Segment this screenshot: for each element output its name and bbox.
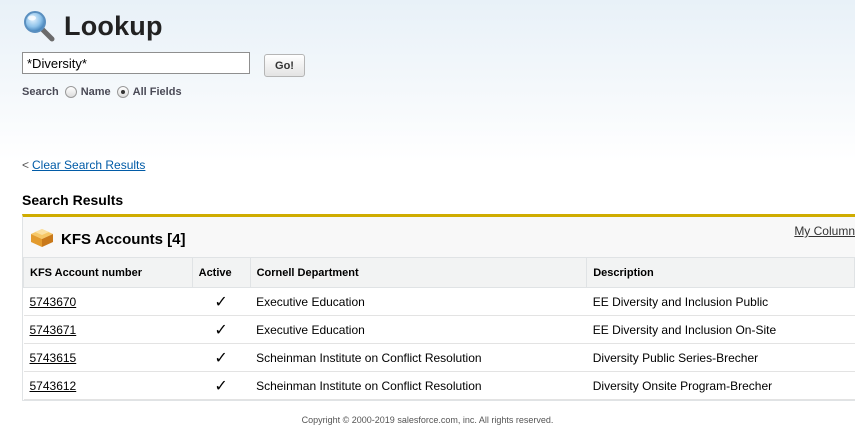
results-block: KFS Accounts [4] My Column KFS Account n…	[22, 214, 855, 401]
account-link[interactable]: 5743670	[30, 295, 77, 309]
description-cell: EE Diversity and Inclusion Public	[586, 287, 855, 316]
page-header: Lookup	[22, 6, 163, 46]
department-cell: Executive Education	[250, 287, 587, 316]
search-scope-options: Search Name All Fields	[22, 86, 182, 98]
column-header-department[interactable]: Cornell Department	[249, 257, 588, 288]
name-radio-label[interactable]: Name	[81, 86, 111, 98]
description-cell: Diversity Public Series-Brecher	[586, 343, 855, 372]
department-cell: Executive Education	[250, 315, 587, 344]
my-columns-link[interactable]: My Column	[794, 224, 855, 238]
active-checkmark-icon: ✓	[192, 343, 251, 372]
account-link[interactable]: 5743612	[30, 379, 77, 393]
description-cell: Diversity Onsite Program-Brecher	[586, 371, 855, 400]
table-row: 5743615 ✓ Scheinman Institute on Conflic…	[23, 343, 855, 372]
description-cell: EE Diversity and Inclusion On-Site	[586, 315, 855, 344]
active-checkmark-icon: ✓	[192, 315, 251, 344]
active-checkmark-icon: ✓	[192, 371, 251, 400]
go-button[interactable]: Go!	[264, 54, 305, 77]
column-header-description[interactable]: Description	[586, 257, 855, 288]
column-header-active[interactable]: Active	[191, 257, 251, 288]
search-results-heading: Search Results	[22, 192, 124, 208]
table-row: 5743612 ✓ Scheinman Institute on Conflic…	[23, 371, 855, 400]
name-radio[interactable]	[64, 86, 77, 98]
page-title: Lookup	[64, 10, 163, 41]
clear-search-results: < Clear Search Results	[22, 158, 145, 172]
results-block-header: KFS Accounts [4] My Column	[23, 217, 855, 257]
department-cell: Scheinman Institute on Conflict Resoluti…	[250, 371, 587, 400]
search-input[interactable]	[22, 52, 250, 74]
magnifier-icon	[22, 9, 56, 43]
footer-copyright: Copyright © 2000-2019 salesforce.com, in…	[301, 415, 554, 425]
results-table: KFS Account number Active Cornell Depart…	[23, 257, 855, 400]
table-row: 5743671 ✓ Executive Education EE Diversi…	[23, 315, 855, 344]
clear-link-prefix: <	[22, 158, 30, 172]
results-object-title: KFS Accounts [4]	[61, 231, 186, 248]
account-link[interactable]: 5743671	[30, 323, 77, 337]
table-header-row: KFS Account number Active Cornell Depart…	[23, 257, 855, 288]
active-checkmark-icon: ✓	[192, 287, 251, 316]
table-row: 5743670 ✓ Executive Education EE Diversi…	[23, 287, 855, 316]
account-link[interactable]: 5743615	[30, 351, 77, 365]
box-icon	[29, 226, 55, 248]
department-cell: Scheinman Institute on Conflict Resoluti…	[250, 343, 587, 372]
all-fields-radio[interactable]	[116, 86, 129, 98]
clear-search-results-link[interactable]: Clear Search Results	[32, 158, 145, 172]
column-header-account[interactable]: KFS Account number	[23, 257, 193, 288]
search-scope-label: Search	[22, 86, 59, 98]
all-fields-radio-label[interactable]: All Fields	[133, 86, 182, 98]
